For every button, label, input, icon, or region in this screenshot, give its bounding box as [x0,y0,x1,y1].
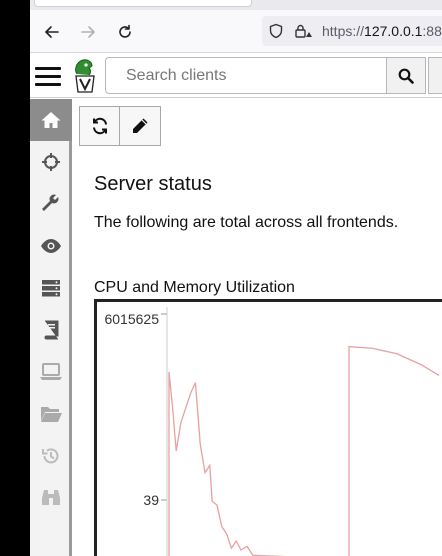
sidebar-item-server[interactable] [30,267,72,309]
y-tick-label-39: 39 [143,492,159,508]
chart-svg: 6015625 39 [104,307,440,556]
home-icon [41,112,61,128]
crosshairs-icon [42,153,60,171]
url-text: https://127.0.0.1:88 [322,23,442,39]
sidebar [30,99,72,556]
binoculars-icon [42,490,60,505]
header-dropdown-button[interactable] [428,57,442,94]
wrench-icon [42,194,59,211]
back-arrow-icon [45,26,59,38]
chart-title: CPU and Memory Utilization [94,279,295,296]
sidebar-item-clients[interactable] [30,351,72,393]
book-icon [44,320,59,340]
menu-toggle-button[interactable] [35,67,61,87]
sidebar-item-hunt[interactable] [30,141,72,183]
utilization-chart[interactable]: 6015625 39 [94,299,442,556]
app-header [30,53,442,98]
reload-button[interactable] [113,20,137,44]
screen-edge [0,0,30,556]
forward-arrow-icon [81,26,95,38]
sidebar-item-notebooks[interactable] [30,309,72,351]
sidebar-item-history[interactable] [30,435,72,477]
shield-icon[interactable] [268,23,284,39]
lock-warning-icon[interactable] [294,23,312,39]
sidebar-item-files[interactable] [30,393,72,435]
sidebar-item-search[interactable] [30,477,72,519]
eye-icon [41,239,61,253]
page-title: Server status [94,173,212,195]
address-bar[interactable]: https://127.0.0.1:88 [262,16,442,46]
edit-button[interactable] [120,106,161,146]
sidebar-item-tools[interactable] [30,183,72,225]
velociraptor-logo-icon[interactable] [71,56,99,96]
sidebar-item-home[interactable] [30,99,72,141]
pencil-icon [133,118,148,133]
page-toolbar [79,106,161,146]
y-tick-label-top: 6015625 [104,311,159,327]
refresh-icon [92,117,107,135]
browser-nav-bar: https://127.0.0.1:88 [30,10,442,53]
server-icon [42,280,60,297]
reload-icon [119,24,131,38]
sidebar-item-view[interactable] [30,225,72,267]
forward-button[interactable] [76,20,100,44]
laptop-icon [40,363,62,380]
search-icon [398,68,414,84]
search-input[interactable] [105,57,387,94]
folder-open-icon [41,407,62,422]
refresh-button[interactable] [79,106,120,146]
page-description: The following are total across all front… [94,214,399,231]
series-line-0 [168,345,440,556]
search-button[interactable] [386,57,426,94]
back-button[interactable] [40,20,64,44]
browser-tab[interactable] [34,0,252,7]
history-icon [42,448,59,464]
